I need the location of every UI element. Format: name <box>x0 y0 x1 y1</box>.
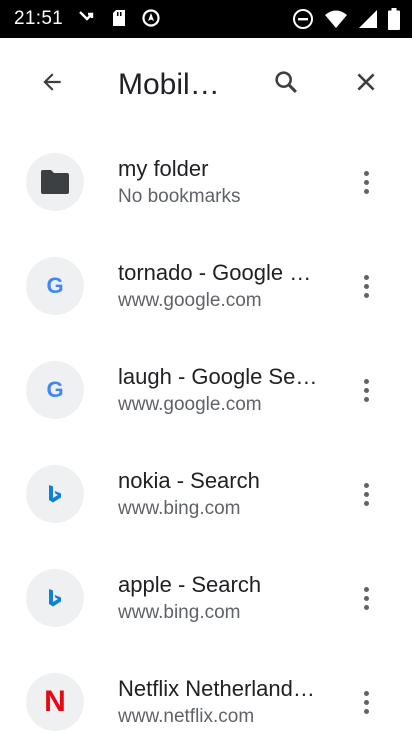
bookmark-url: www.bing.com <box>118 498 241 519</box>
search-button[interactable] <box>262 60 310 108</box>
netflix-favicon-letter: N <box>44 685 66 718</box>
bookmark-row[interactable]: N Netflix Netherlands - Watch TV Shows O… <box>0 650 412 732</box>
toolbar: Mobile bookmarks <box>0 38 412 130</box>
bookmark-subtitle: No bookmarks <box>118 186 241 207</box>
bookmark-title: Netflix Netherlands - Watch TV Shows Onl… <box>118 676 318 701</box>
more-vert-icon <box>363 170 369 194</box>
bookmark-url: www.google.com <box>118 394 262 415</box>
sd-card-icon <box>109 8 129 28</box>
bookmark-url: www.netflix.com <box>118 706 255 727</box>
bookmark-title: apple - Search <box>118 572 262 597</box>
more-vert-icon <box>363 690 369 714</box>
status-bar: 21:51 <box>0 0 412 38</box>
more-vert-icon <box>363 378 369 402</box>
wifi-icon <box>324 9 348 29</box>
more-options-button[interactable] <box>344 264 388 308</box>
location-off-icon <box>141 8 161 28</box>
bookmark-url: www.bing.com <box>118 602 241 623</box>
status-time: 21:51 <box>14 8 64 29</box>
google-favicon-letter: G <box>46 273 64 298</box>
back-button[interactable] <box>28 60 76 108</box>
bing-favicon <box>26 569 84 627</box>
more-options-button[interactable] <box>344 160 388 204</box>
missed-call-icon <box>77 8 97 28</box>
close-icon <box>353 69 379 100</box>
bookmark-url: www.google.com <box>118 290 262 311</box>
google-favicon: G <box>26 361 84 419</box>
netflix-favicon: N <box>26 673 84 731</box>
signal-icon <box>358 9 378 29</box>
more-vert-icon <box>363 274 369 298</box>
bookmark-title: laugh - Google Search <box>118 364 318 389</box>
bookmark-title: nokia - Search <box>118 468 260 493</box>
more-vert-icon <box>363 586 369 610</box>
bookmark-row-my-folder[interactable]: my folder No bookmarks <box>0 130 412 234</box>
page-title: Mobile bookmarks <box>118 68 230 101</box>
more-options-button[interactable] <box>344 472 388 516</box>
do-not-disturb-icon <box>292 8 314 30</box>
more-options-button[interactable] <box>344 368 388 412</box>
google-favicon-letter: G <box>46 377 64 402</box>
more-options-button[interactable] <box>344 680 388 724</box>
bookmark-row[interactable]: nokia - Search www.bing.com <box>0 442 412 546</box>
bookmark-row[interactable]: apple - Search www.bing.com <box>0 546 412 650</box>
arrow-back-icon <box>39 69 65 100</box>
bookmark-row[interactable]: G laugh - Google Search www.google.com <box>0 338 412 442</box>
folder-icon <box>26 153 84 211</box>
battery-icon <box>388 8 400 30</box>
status-left-icons <box>77 8 161 28</box>
bing-favicon <box>26 465 84 523</box>
more-vert-icon <box>363 482 369 506</box>
search-icon <box>272 68 300 101</box>
bookmark-title: my folder <box>118 156 209 181</box>
more-options-button[interactable] <box>344 576 388 620</box>
bookmark-title: tornado - Google Search <box>118 260 318 285</box>
close-button[interactable] <box>342 60 390 108</box>
bookmark-row[interactable]: G tornado - Google Search www.google.com <box>0 234 412 338</box>
status-right-icons <box>292 8 400 30</box>
google-favicon: G <box>26 257 84 315</box>
